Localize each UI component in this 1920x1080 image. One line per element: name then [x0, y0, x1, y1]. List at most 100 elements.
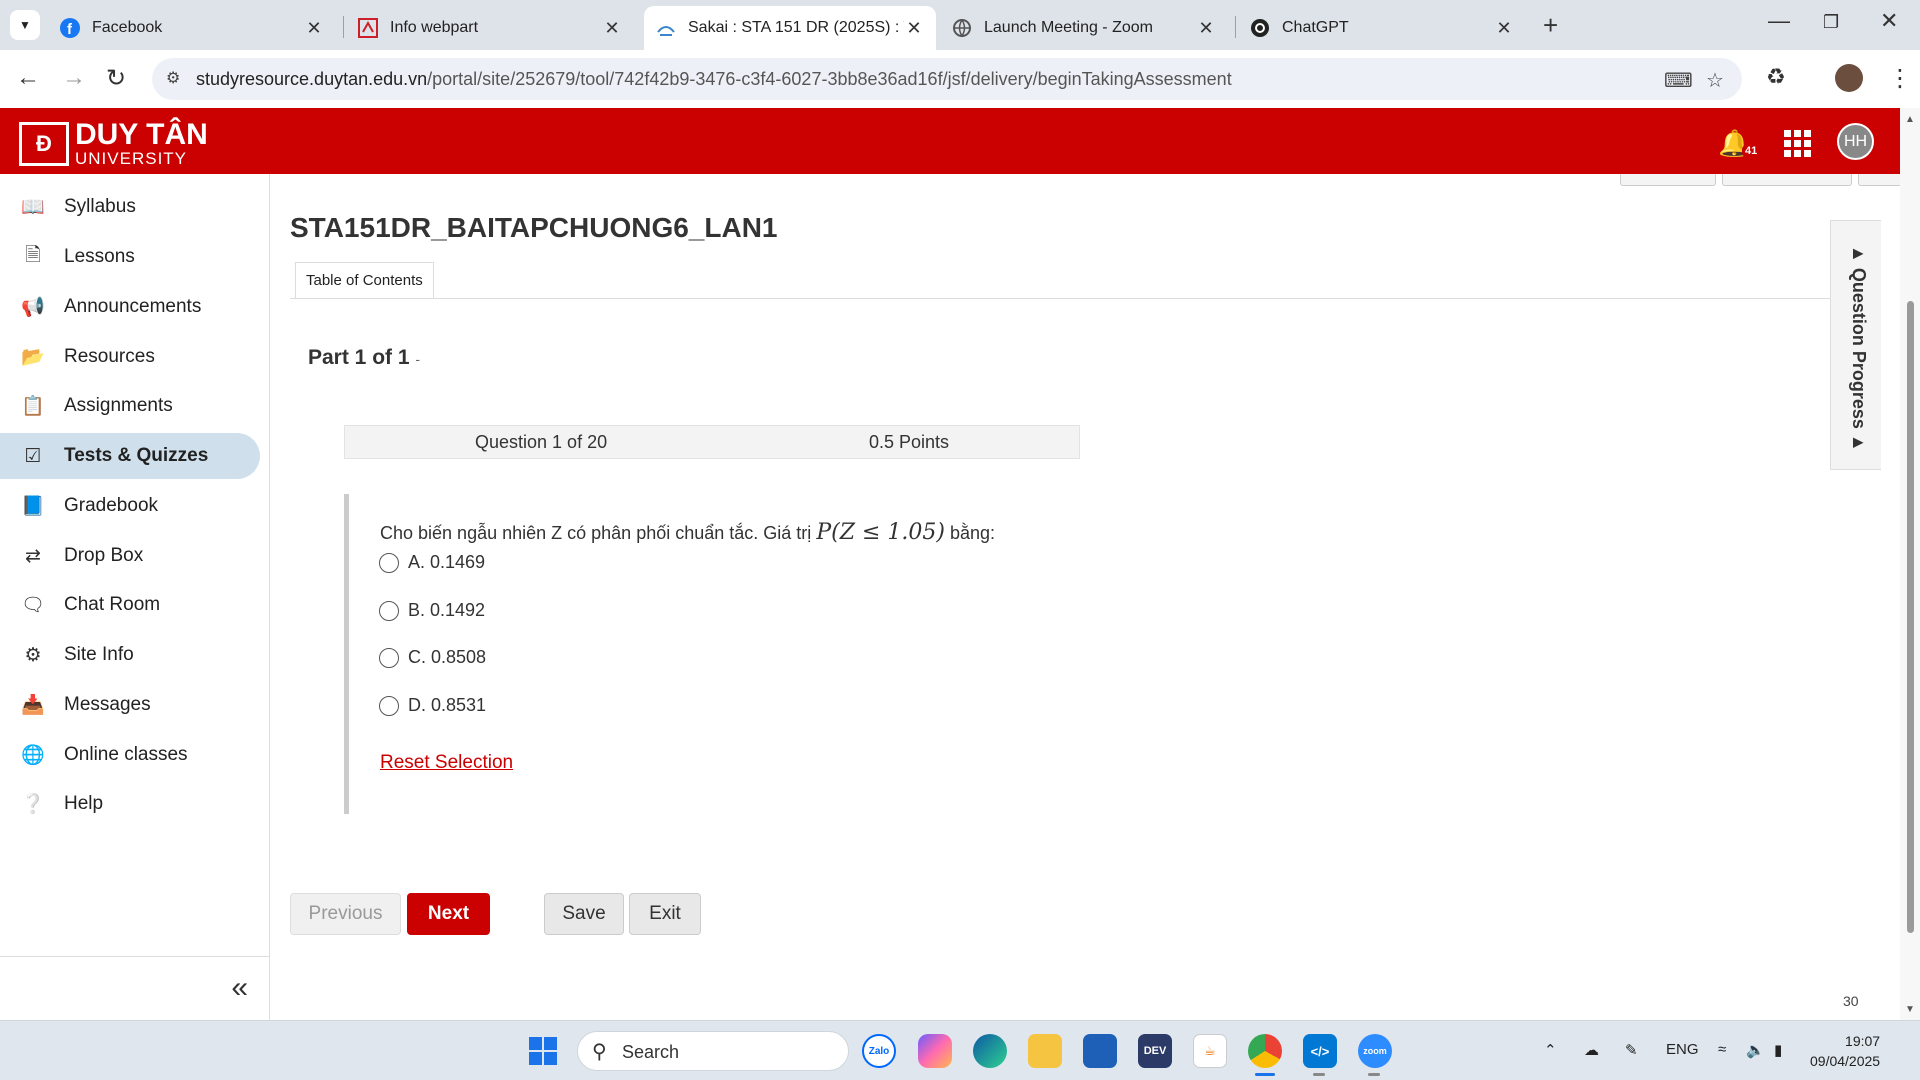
page-scrollbar[interactable]: ▲ ▼	[1900, 108, 1920, 1020]
java-icon[interactable]: ☕	[1193, 1034, 1227, 1068]
radio-button[interactable]	[379, 552, 399, 573]
tab-separator	[343, 16, 344, 38]
back-icon[interactable]: ←	[16, 64, 40, 92]
tab-separator	[1235, 16, 1236, 38]
onedrive-icon[interactable]: ☁	[1584, 1041, 1599, 1059]
sidebar-item-assignments[interactable]: 📋 Assignments	[0, 383, 260, 429]
taskbar-search-box[interactable]: ⚲ Search	[577, 1031, 849, 1071]
megaphone-icon: 📢	[21, 297, 45, 318]
user-avatar[interactable]: HH	[1837, 123, 1874, 160]
radio-button[interactable]	[379, 647, 399, 668]
zoom-icon[interactable]: zoom	[1358, 1034, 1392, 1068]
sidebar-item-gradebook[interactable]: 📘 Gradebook	[0, 483, 260, 529]
question-progress-panel[interactable]: ▲ Question Progress ▲	[1830, 220, 1881, 470]
question-icon: ❔	[21, 794, 45, 815]
tab-sakai[interactable]: Sakai : STA 151 DR (2025S) : Tes ✕	[644, 6, 936, 50]
checkbox-icon: ☑	[24, 445, 42, 467]
wifi-icon[interactable]: ≈	[1718, 1041, 1726, 1058]
sidebar-item-resources[interactable]: 📂 Resources	[0, 334, 260, 380]
close-tab-icon[interactable]: ✕	[304, 18, 324, 39]
globe-icon	[952, 18, 972, 38]
dev-cpp-icon[interactable]: DEV	[1138, 1034, 1172, 1068]
tab-facebook[interactable]: f Facebook ✕	[48, 6, 336, 50]
sidebar-item-syllabus[interactable]: 📖 Syllabus	[0, 184, 260, 230]
pen-icon[interactable]: ✎	[1625, 1041, 1638, 1059]
reload-icon[interactable]: ↻	[106, 64, 126, 93]
collapse-sidebar-button[interactable]: «	[0, 956, 270, 1020]
answer-option-d[interactable]: D. 0.8531	[379, 695, 486, 716]
vscode-icon[interactable]: </>	[1303, 1034, 1337, 1068]
system-clock[interactable]: 19:07 09/04/2025	[1810, 1031, 1880, 1071]
tab-table-of-contents[interactable]: Table of Contents	[295, 262, 434, 298]
tab-chatgpt[interactable]: ChatGPT ✕	[1238, 6, 1526, 50]
page-title: STA151DR_BAITAPCHUONG6_LAN1	[290, 212, 778, 243]
scroll-down-icon[interactable]: ▼	[1905, 1004, 1915, 1015]
browser-tab-strip: ▼ f Facebook ✕ Info webpart ✕ Sakai : ST…	[0, 0, 1920, 50]
sidebar-item-messages[interactable]: 📥 Messages	[0, 682, 260, 728]
save-button[interactable]: Save	[544, 893, 624, 935]
windows-taskbar: ⚲ Search Zalo DEV ☕ </> zoom ⌃ ☁ ✎ ENG ≈…	[0, 1020, 1920, 1080]
main-content: STA151DR_BAITAPCHUONG6_LAN1 Table of Con…	[270, 174, 1916, 1020]
extensions-icon[interactable]: ♻	[1766, 64, 1786, 90]
new-tab-icon[interactable]: +	[1543, 12, 1558, 38]
close-window-icon[interactable]: ✕	[1880, 8, 1898, 34]
apps-grid-icon[interactable]	[1784, 130, 1811, 157]
windows-start-icon[interactable]	[526, 1034, 560, 1068]
notification-badge: 41	[1742, 144, 1761, 158]
edge-icon[interactable]	[973, 1034, 1007, 1068]
previous-button[interactable]: Previous	[290, 893, 401, 935]
translate-icon[interactable]: ⌨	[1664, 68, 1693, 93]
tab-info-webpart[interactable]: Info webpart ✕	[346, 6, 634, 50]
answer-option-b[interactable]: B. 0.1492	[379, 600, 485, 621]
address-bar[interactable]: ⚙ studyresource.duytan.edu.vn/portal/sit…	[152, 58, 1742, 100]
reset-selection-link[interactable]: Reset Selection	[380, 752, 513, 774]
question-progress-label: ▲ Question Progress ▲	[1849, 245, 1869, 452]
copilot-icon[interactable]	[918, 1034, 952, 1068]
scroll-up-icon[interactable]: ▲	[1905, 114, 1915, 125]
radio-button[interactable]	[379, 600, 399, 621]
profile-avatar-icon[interactable]	[1835, 64, 1863, 92]
sidebar-item-announcements[interactable]: 📢 Announcements	[0, 284, 260, 330]
tab-zoom[interactable]: Launch Meeting - Zoom ✕	[940, 6, 1228, 50]
university-logo[interactable]: Đ DUY TÂN UNIVERSITY	[19, 120, 208, 167]
volume-icon[interactable]: 🔈	[1746, 1041, 1765, 1059]
star-icon[interactable]: ☆	[1706, 68, 1724, 93]
close-tab-icon[interactable]: ✕	[1494, 18, 1514, 39]
close-tab-icon[interactable]: ✕	[1196, 18, 1216, 39]
site-nav-sidebar: 📖 Syllabus 🗎 Lessons 📢 Announcements 📂 Resou…	[0, 174, 270, 1020]
chrome-icon[interactable]	[1248, 1034, 1282, 1068]
minimize-icon[interactable]: —	[1768, 8, 1790, 34]
battery-icon[interactable]: ▮	[1774, 1041, 1782, 1059]
zalo-icon[interactable]: Zalo	[862, 1034, 896, 1068]
menu-dots-icon[interactable]: ⋮	[1888, 64, 1912, 93]
running-indicator	[1368, 1073, 1380, 1076]
sidebar-item-online-classes[interactable]: 🌐 Online classes	[0, 732, 260, 778]
forward-icon[interactable]: →	[62, 64, 86, 92]
next-button[interactable]: Next	[407, 893, 490, 935]
sidebar-item-lessons[interactable]: 🗎 Lessons	[0, 234, 260, 280]
sidebar-item-chat-room[interactable]: 🗨 Chat Room	[0, 582, 260, 628]
answer-option-c[interactable]: C. 0.8508	[379, 647, 486, 668]
tab-list-button[interactable]: ▼	[10, 10, 40, 40]
language-indicator[interactable]: ENG	[1666, 1041, 1699, 1058]
answer-option-a[interactable]: A. 0.1469	[379, 552, 485, 573]
chevron-up-icon[interactable]: ⌃	[1544, 1041, 1557, 1059]
sidebar-item-drop-box[interactable]: ⇄ Drop Box	[0, 533, 260, 579]
toolbar-button[interactable]	[1722, 174, 1852, 186]
sidebar-item-help[interactable]: ❔ Help	[0, 781, 260, 827]
chevron-down-icon: ▼	[19, 18, 31, 32]
site-settings-icon[interactable]: ⚙	[166, 68, 180, 88]
restore-icon[interactable]: ❐	[1823, 12, 1839, 33]
file-explorer-icon[interactable]	[1028, 1034, 1062, 1068]
sidebar-item-tests-quizzes[interactable]: ☑ Tests & Quizzes	[0, 433, 260, 479]
microsoft-store-icon[interactable]	[1083, 1034, 1117, 1068]
question-header-bar: Question 1 of 20 0.5 Points	[344, 425, 1080, 459]
scrollbar-thumb[interactable]	[1907, 301, 1914, 933]
close-tab-icon[interactable]: ✕	[602, 18, 622, 39]
close-tab-icon[interactable]: ✕	[904, 18, 924, 39]
exit-button[interactable]: Exit	[629, 893, 701, 935]
toolbar-button[interactable]	[1620, 174, 1716, 186]
logo-line2: UNIVERSITY	[75, 149, 188, 168]
sidebar-item-site-info[interactable]: ⚙ Site Info	[0, 632, 260, 678]
radio-button[interactable]	[379, 695, 399, 716]
